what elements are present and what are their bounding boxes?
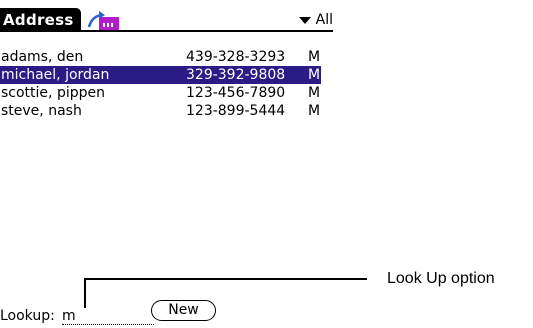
lookup-input[interactable]: m (62, 307, 154, 325)
list-item[interactable]: adams, den 439-328-3293 M (0, 48, 321, 66)
new-button[interactable]: New (151, 300, 216, 321)
callout-pointer (84, 278, 86, 308)
contact-phone: 439-328-3293 (186, 49, 286, 65)
phone-type: M (308, 103, 321, 119)
lookup-label: Lookup: (0, 308, 55, 324)
contact-name: scottie, pippen (1, 85, 105, 101)
list-item[interactable]: steve, nash 123-899-5444 M (0, 102, 321, 120)
beam-icon[interactable] (86, 10, 120, 30)
contact-list: adams, den 439-328-3293 M michael, jorda… (0, 48, 333, 120)
contact-phone: 123-456-7890 (186, 85, 286, 101)
title-bar: Address All (0, 8, 333, 34)
annotation-label: Look Up option (387, 270, 495, 287)
title-underline (0, 30, 333, 32)
list-item-selected[interactable]: michael, jordan 329-392-9808 M (0, 66, 321, 84)
app-title[interactable]: Address (0, 8, 81, 32)
contact-phone: 123-899-5444 (186, 103, 286, 119)
phone-type: M (308, 49, 321, 65)
contact-phone: 329-392-9808 (186, 67, 286, 83)
contact-name: steve, nash (1, 103, 82, 119)
contact-name: michael, jordan (1, 67, 110, 83)
category-label: All (315, 12, 333, 28)
list-item[interactable]: scottie, pippen 123-456-7890 M (0, 84, 321, 102)
phone-type: M (308, 67, 321, 83)
category-picker[interactable]: All (298, 10, 333, 30)
contact-name: adams, den (1, 49, 84, 65)
callout-line (84, 278, 367, 280)
phone-type: M (308, 85, 321, 101)
dropdown-triangle-icon (298, 16, 311, 24)
